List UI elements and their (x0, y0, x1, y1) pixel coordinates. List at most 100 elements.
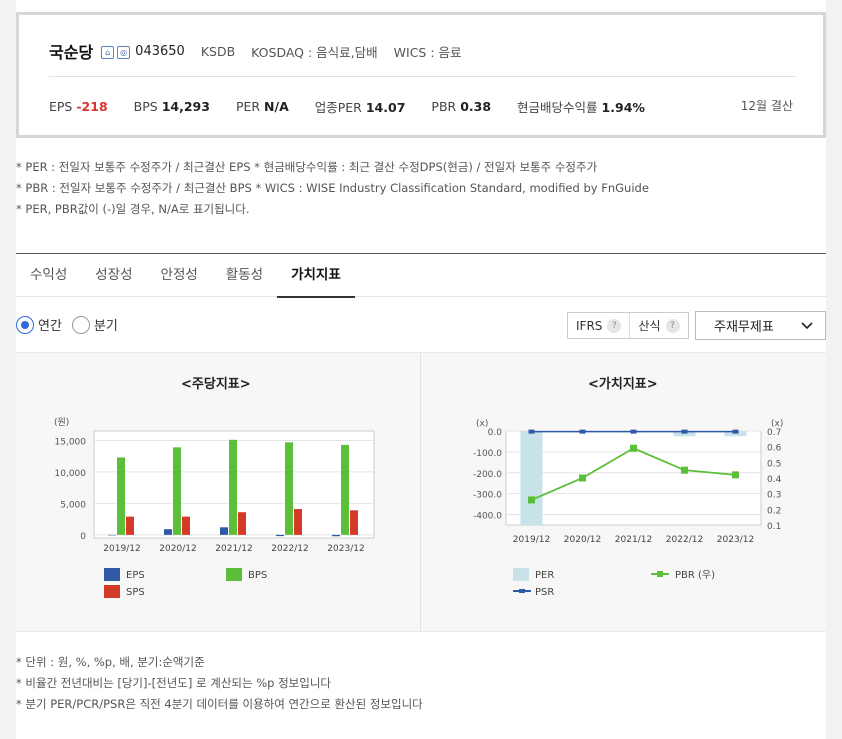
notes: * PER : 전일자 보통주 수정주가 / 최근결산 EPS * 현금배당수익… (16, 157, 649, 220)
annual-label[interactable]: 연간 (38, 315, 62, 334)
tab-value[interactable]: 가치지표 (277, 254, 355, 298)
annual-radio[interactable] (16, 315, 34, 334)
metric-dividend-yield: 현금배당수익률 1.94% (517, 100, 645, 115)
value-chart: 0.0 -100.0 -200.0 -300.0 -400.0 0.7 0.6 0.5 0.4 0… (473, 419, 783, 598)
y-right-tick-label: 0.6 (767, 444, 782, 454)
legend-swatch (657, 571, 663, 577)
y-left-tick-label: -400.0 (473, 512, 502, 522)
info-buttons: IFRS? 산식? (567, 312, 689, 339)
bar-sps (182, 516, 190, 535)
statement-select[interactable]: 주재무제표 (695, 311, 826, 340)
quarter-radio[interactable] (71, 315, 90, 334)
y-left-unit: (x) (476, 419, 488, 429)
page: 국순당 ⌂ ◎ 043650 KSDB KOSDAQ : 음식료,담배 WICS… (16, 0, 826, 739)
metric-eps: EPS -218 (49, 99, 108, 114)
bar-sps (350, 510, 358, 535)
bar-eps (332, 534, 340, 537)
note-line: * PER, PBR값이 (-)일 경우, N/A로 표기됩니다. (16, 202, 250, 216)
y-right-tick-label: 0.3 (767, 491, 781, 501)
legend-swatch (513, 568, 529, 581)
legend-swatch (104, 568, 120, 581)
tab-activity[interactable]: 활동성 (212, 254, 277, 297)
metric-bps: BPS 14,293 (133, 99, 210, 114)
note-line: * PER : 전일자 보통주 수정주가 / 최근결산 EPS * 현금배당수익… (16, 160, 598, 174)
footnotes: * 단위 : 원, %, %p, 배, 분기:순액기준 * 비율간 전년대비는 … (16, 652, 423, 715)
chevron-down-icon (801, 321, 813, 329)
point-pbr (528, 496, 535, 504)
bar-bps (229, 439, 237, 535)
home-icon[interactable]: ⌂ (101, 45, 115, 59)
help-icon[interactable]: ? (607, 318, 622, 333)
header-divider (49, 76, 795, 77)
company-name: 국순당 (49, 43, 94, 62)
y-tick-label: 10,000 (55, 469, 87, 479)
y-left-tick-label: 0.0 (488, 428, 503, 438)
title-row: 국순당 ⌂ ◎ 043650 KSDB KOSDAQ : 음식료,담배 WICS… (49, 39, 478, 63)
x-tick-label: 2019/12 (103, 544, 140, 554)
select-value: 주재무제표 (714, 320, 774, 335)
y-left-tick-label: -300.0 (473, 491, 502, 501)
legend-swatch (226, 568, 242, 581)
y-tick-label: 0 (80, 532, 86, 542)
x-tick-label: 2020/12 (564, 535, 601, 545)
per-share-chart: 15,000 10,000 5,000 0 (원) 2019/12 2020/12 2021/… (54, 417, 375, 598)
legend-label: PSR (535, 587, 554, 598)
footnote-line: * 비율간 전년대비는 [당기]-[전년도] 로 계산되는 %p 정보입니다 (16, 676, 331, 690)
y-unit-label: (원) (54, 417, 69, 428)
legend-label: SPS (126, 587, 145, 598)
legend-label: EPS (126, 570, 145, 581)
tab-stability[interactable]: 안정성 (147, 254, 212, 297)
wics-label: WICS : 음료 (393, 44, 462, 60)
x-tick-label: 2023/12 (327, 544, 364, 554)
point-psr (579, 429, 586, 434)
point-psr (528, 429, 535, 434)
settlement-label: 12월 결산 (740, 99, 793, 113)
bar-eps (108, 534, 116, 536)
bar-bps (117, 457, 125, 535)
tab-growth[interactable]: 성장성 (81, 254, 146, 297)
point-psr (681, 429, 688, 434)
point-pbr (681, 466, 688, 474)
x-tick-label: 2019/12 (513, 535, 550, 545)
footnote-line: * 분기 PER/PCR/PSR은 직전 4분기 데이터를 이용하여 연간으로 … (16, 697, 423, 711)
ksdb-label: KSDB (200, 43, 236, 59)
y-right-tick-label: 0.1 (767, 522, 781, 532)
note-line: * PBR : 전일자 보통주 수정주가 / 최근결산 BPS * WICS :… (16, 181, 649, 195)
legend-label: PBR (우) (675, 569, 715, 581)
period-selector: 연간 분기 (16, 315, 128, 334)
bar-per (520, 431, 543, 525)
y-right-tick-label: 0.7 (767, 428, 781, 438)
bar-sps (294, 509, 302, 535)
bar-eps (220, 527, 228, 535)
legend-label: PER (535, 570, 554, 581)
formula-button[interactable]: 산식? (629, 313, 687, 338)
x-tick-label: 2021/12 (615, 535, 652, 545)
bar-sps (238, 512, 246, 535)
bar-eps (164, 529, 172, 535)
quarter-label[interactable]: 분기 (94, 315, 118, 334)
bar-bps (285, 442, 293, 535)
bar-sps (126, 516, 134, 535)
help-icon[interactable]: ? (665, 318, 680, 333)
bar-eps (276, 534, 284, 537)
y-left-tick-label: -200.0 (473, 470, 502, 480)
y-left-tick-label: -100.0 (473, 449, 502, 459)
tab-bar: 수익성 성장성 안정성 활동성 가치지표 (16, 254, 826, 298)
legend-swatch (104, 585, 120, 598)
y-tick-label: 15,000 (55, 437, 87, 447)
point-pbr (732, 471, 739, 479)
report-icon[interactable]: ◎ (117, 45, 131, 59)
x-tick-label: 2023/12 (717, 535, 754, 545)
metric-pbr: PBR 0.38 (431, 99, 492, 114)
y-right-tick-label: 0.5 (767, 459, 781, 469)
company-header: 국순당 ⌂ ◎ 043650 KSDB KOSDAQ : 음식료,담배 WICS… (16, 12, 826, 138)
metrics-row: EPS -218 BPS 14,293 PER N/A 업종PER 14.07 … (49, 97, 671, 116)
y-tick-label: 5,000 (60, 500, 86, 510)
y-right-unit: (x) (771, 419, 783, 429)
legend-label: BPS (248, 570, 267, 581)
ifrs-button[interactable]: IFRS? (568, 313, 629, 338)
tab-profitability[interactable]: 수익성 (16, 254, 81, 297)
y-right-tick-label: 0.4 (767, 475, 782, 485)
x-tick-label: 2022/12 (271, 544, 308, 554)
point-psr (732, 429, 739, 434)
